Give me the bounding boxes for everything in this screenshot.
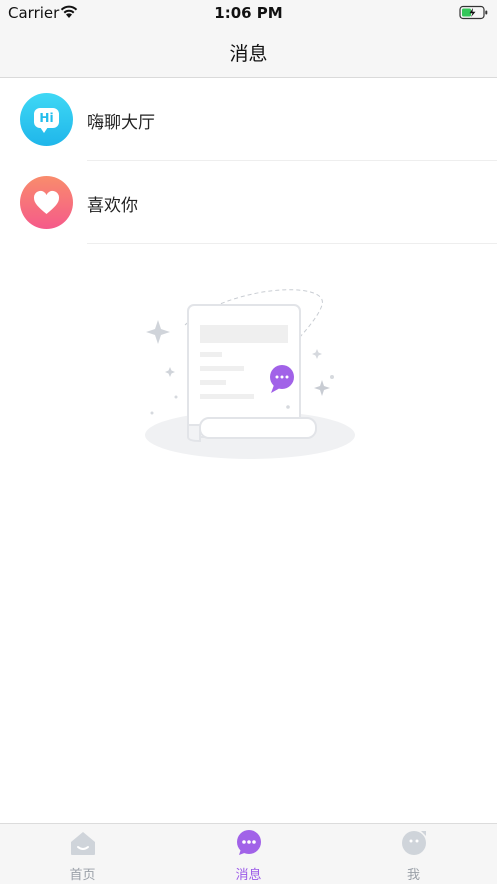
tab-bar: 首页 消息 我 <box>0 823 497 884</box>
list-item-label: 喜欢你 <box>87 196 138 216</box>
battery-icon <box>459 5 488 20</box>
tab-label: 消息 <box>235 868 262 883</box>
nav-bar: 消息 <box>0 26 497 78</box>
tab-home[interactable]: 首页 <box>0 824 165 884</box>
divider <box>87 243 497 244</box>
home-icon <box>71 832 95 855</box>
tab-me[interactable]: 我 <box>331 824 496 884</box>
chat-bubble-icon <box>237 830 261 855</box>
profile-face-icon <box>402 831 426 855</box>
empty-document-icon <box>145 289 355 459</box>
page-title: 消息 <box>229 43 268 65</box>
avatar: Hi <box>20 93 73 146</box>
list-item-hi-chat-hall[interactable]: Hi 嗨聊大厅 <box>0 78 497 161</box>
avatar <box>20 176 73 229</box>
clock: 1:06 PM <box>214 4 283 22</box>
tab-label: 首页 <box>69 868 96 883</box>
status-bar: Carrier 1:06 PM <box>0 0 497 26</box>
list-item-label: 嗨聊大厅 <box>87 113 155 133</box>
tab-messages[interactable]: 消息 <box>166 824 331 884</box>
conversation-list: Hi 嗨聊大厅 喜欢你 <box>0 78 497 244</box>
list-item-like-you[interactable]: 喜欢你 <box>0 161 497 244</box>
tab-label: 我 <box>406 868 420 883</box>
heart-icon <box>33 190 60 214</box>
hi-chat-icon: Hi <box>34 108 59 133</box>
